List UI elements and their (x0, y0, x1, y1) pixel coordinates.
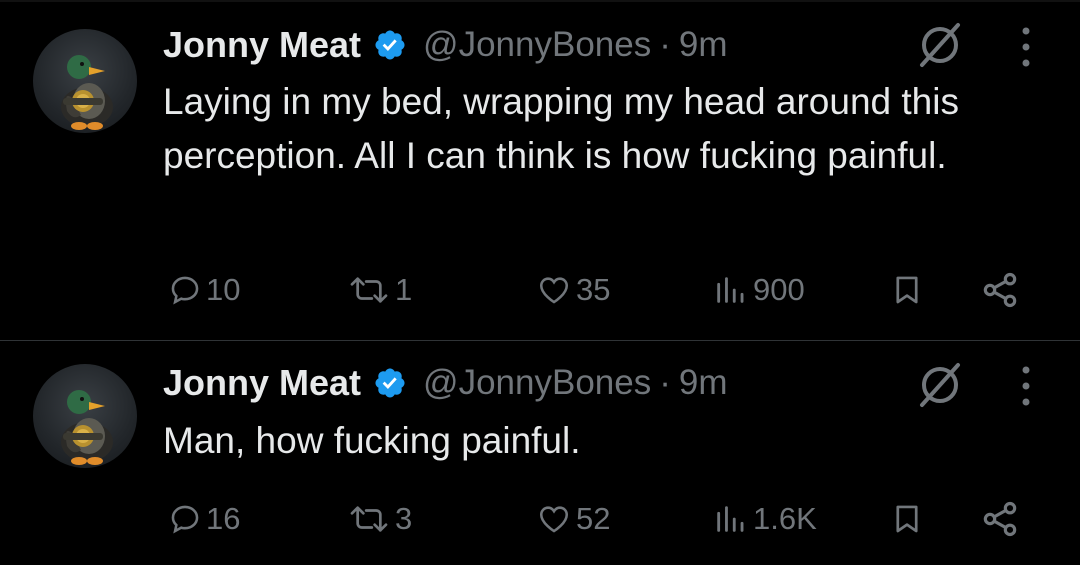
views-count: 900 (753, 272, 805, 307)
bookmark-icon (890, 500, 924, 538)
share-icon (980, 270, 1020, 310)
retweet-icon (347, 273, 391, 307)
tweet-text: Laying in my bed, wrapping my head aroun… (163, 81, 959, 176)
heart-icon (536, 273, 572, 307)
retweet-count: 1 (395, 272, 413, 307)
more-dots-icon[interactable] (1014, 24, 1038, 70)
timestamp[interactable]: 9m (679, 25, 728, 65)
views-bar-chart-icon (711, 273, 749, 307)
timestamp[interactable]: 9m (679, 363, 728, 403)
grok-icon[interactable] (914, 19, 966, 71)
views-button[interactable]: 1.6K (711, 494, 817, 544)
tweet-header: Jonny Meat @JonnyBones · 9m (163, 20, 728, 70)
views-count: 1.6K (753, 501, 817, 536)
like-button[interactable]: 35 (536, 265, 610, 315)
views-button[interactable]: 900 (711, 265, 805, 315)
verified-badge-icon[interactable] (373, 366, 407, 400)
heart-icon (536, 502, 572, 536)
grok-icon[interactable] (914, 359, 966, 411)
reply-icon (168, 273, 202, 307)
like-count: 35 (576, 272, 611, 307)
display-name[interactable]: Jonny Meat (163, 362, 361, 404)
avatar[interactable] (33, 29, 137, 133)
share-button[interactable] (980, 265, 1020, 315)
tweet[interactable]: Jonny Meat @JonnyBones · 9m Laying in my… (0, 0, 1080, 340)
retweet-count: 3 (395, 501, 413, 536)
retweet-button[interactable]: 1 (347, 265, 412, 315)
like-count: 52 (576, 501, 611, 536)
like-button[interactable]: 52 (536, 494, 610, 544)
avatar[interactable] (33, 364, 137, 468)
tweet-header: Jonny Meat @JonnyBones · 9m (163, 358, 728, 408)
bookmark-button[interactable] (890, 265, 924, 315)
retweet-icon (347, 502, 391, 536)
more-dots-icon[interactable] (1014, 363, 1038, 409)
bookmark-button[interactable] (890, 494, 924, 544)
action-bar: 16 3 52 1.6K (0, 494, 1080, 544)
handle[interactable]: @JonnyBones (423, 25, 651, 65)
views-bar-chart-icon (711, 502, 749, 536)
reply-button[interactable]: 16 (168, 494, 240, 544)
separator-dot: · (659, 25, 671, 64)
reply-count: 10 (206, 272, 241, 307)
share-icon (980, 499, 1020, 539)
display-name[interactable]: Jonny Meat (163, 24, 361, 66)
share-button[interactable] (980, 494, 1020, 544)
tweet[interactable]: Jonny Meat @JonnyBones · 9m Man, how fuc… (0, 341, 1080, 565)
bookmark-icon (890, 271, 924, 309)
reply-icon (168, 502, 202, 536)
tweet-text: Man, how fucking painful. (163, 420, 581, 461)
retweet-button[interactable]: 3 (347, 494, 412, 544)
reply-button[interactable]: 10 (168, 265, 240, 315)
verified-badge-icon[interactable] (373, 28, 407, 62)
separator-dot: · (659, 363, 671, 402)
handle[interactable]: @JonnyBones (423, 363, 651, 403)
reply-count: 16 (206, 501, 241, 536)
action-bar: 10 1 35 900 (0, 265, 1080, 315)
